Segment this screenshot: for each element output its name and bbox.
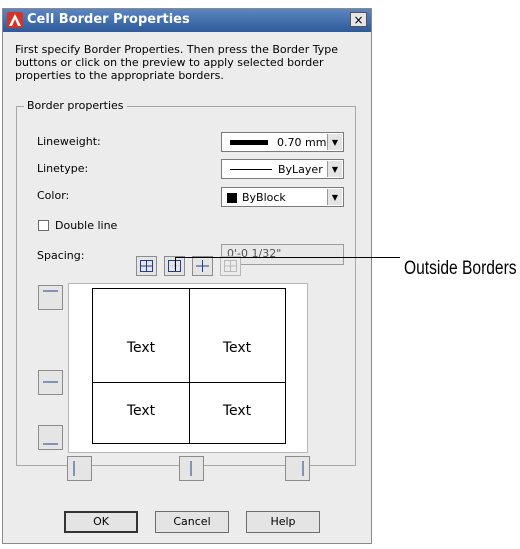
all-borders-button[interactable] <box>136 256 157 276</box>
top-border-button[interactable] <box>38 285 63 310</box>
ok-button[interactable]: OK <box>64 511 138 533</box>
inside-horizontal-border-icon <box>43 381 58 383</box>
color-label: Color: <box>37 189 70 202</box>
outside-borders-callout: Outside Borders <box>404 258 517 279</box>
preview-cell-text: Text <box>126 340 156 356</box>
preview-table[interactable]: Text Text Text Text <box>92 288 286 444</box>
lineweight-label: Lineweight: <box>37 135 101 148</box>
dialog-title: Cell Border Properties <box>27 12 190 27</box>
inside-borders-icon <box>196 260 209 272</box>
instructions-text: First specify Border Properties. Then pr… <box>15 43 338 82</box>
color-dropdown[interactable]: ByBlock ▼ <box>221 187 344 207</box>
lineweight-dropdown[interactable]: 0.70 mm ▼ <box>221 132 344 152</box>
border-properties-label: Border properties <box>24 99 127 112</box>
color-swatch <box>227 193 237 203</box>
spacing-label: Spacing: <box>37 249 85 262</box>
bottom-border-button[interactable] <box>38 425 63 450</box>
chevron-down-icon[interactable]: ▼ <box>327 189 342 205</box>
lineweight-value: 0.70 mm <box>277 136 327 149</box>
all-borders-icon <box>140 260 153 272</box>
title-bar[interactable]: Cell Border Properties × <box>3 9 371 32</box>
linetype-dropdown[interactable]: ByLayer ▼ <box>221 159 344 179</box>
inside-vertical-border-button[interactable] <box>179 456 204 481</box>
no-borders-icon <box>224 260 237 272</box>
preview-cell-text: Text <box>126 403 156 419</box>
autocad-app-icon <box>7 12 23 28</box>
cancel-button[interactable]: Cancel <box>155 511 229 533</box>
help-button[interactable]: Help <box>246 511 320 533</box>
double-line-label[interactable]: Double line <box>55 219 117 232</box>
close-button[interactable]: × <box>350 12 367 27</box>
left-border-icon <box>73 461 75 476</box>
inside-vertical-border-icon <box>190 461 192 476</box>
right-border-button[interactable] <box>285 456 310 481</box>
linetype-value: ByLayer <box>278 163 323 176</box>
no-borders-button[interactable] <box>220 256 241 276</box>
left-border-button[interactable] <box>67 456 92 481</box>
callout-leader-horizontal <box>175 257 400 258</box>
right-border-icon <box>302 461 304 476</box>
chevron-down-icon[interactable]: ▼ <box>327 161 342 177</box>
lineweight-sample <box>230 140 268 145</box>
linetype-label: Linetype: <box>37 162 89 175</box>
inside-borders-button[interactable] <box>192 256 213 276</box>
close-icon: × <box>353 12 364 27</box>
preview-cell-text: Text <box>222 340 252 356</box>
chevron-down-icon[interactable]: ▼ <box>327 134 342 150</box>
top-border-icon <box>43 290 58 292</box>
color-value: ByBlock <box>242 191 286 204</box>
double-line-checkbox[interactable] <box>38 220 49 231</box>
inside-horizontal-border-button[interactable] <box>38 370 63 395</box>
preview-inside-vertical-border <box>189 289 190 443</box>
bottom-border-icon <box>43 443 58 445</box>
callout-leader-vertical <box>175 257 176 271</box>
preview-inside-horizontal-border <box>93 382 285 383</box>
preview-cell-text: Text <box>222 403 252 419</box>
linetype-sample <box>230 169 272 170</box>
